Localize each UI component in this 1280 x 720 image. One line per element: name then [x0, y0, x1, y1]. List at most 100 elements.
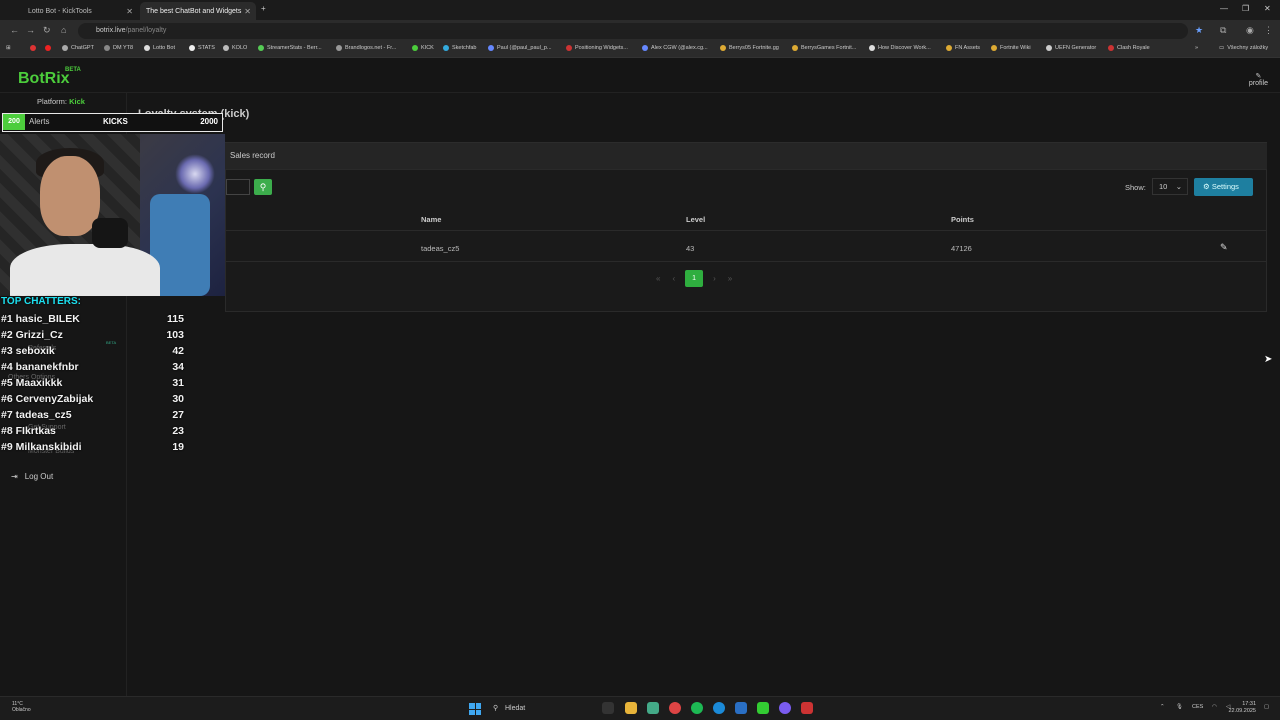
bookmark-item[interactable]: STATS	[189, 45, 215, 51]
bookmark-item[interactable]: Lotto Bot	[144, 45, 175, 51]
botrix-logo[interactable]: BotRix	[18, 70, 70, 88]
chatter-count: 23	[172, 425, 184, 437]
alerts-goal-bar: 200 Alerts KICKS 2000	[2, 113, 223, 132]
weather-widget[interactable]: 11°C Oblačno	[12, 701, 31, 713]
chatter-rank: #3	[1, 345, 13, 357]
chatter-row: #1 hasic_BILEK 115	[1, 313, 186, 329]
chatter-username: hasic_BILEK	[15, 313, 80, 325]
close-icon[interactable]: ✕	[126, 7, 133, 16]
bookmark-item[interactable]: How Discover Work...	[869, 45, 931, 51]
chevron-right-icon[interactable]: »	[1195, 45, 1198, 51]
home-icon[interactable]: ⌂	[61, 25, 66, 35]
tab-botrix[interactable]: The best ChatBot and Widgets ✕	[140, 2, 256, 20]
minimize-icon[interactable]: —	[1220, 4, 1228, 13]
chatter-count: 103	[166, 329, 184, 341]
file-explorer-icon[interactable]	[625, 702, 637, 714]
bookmark-item[interactable]: Alex CGW (@alex.cg...	[642, 45, 708, 51]
bookmark-item[interactable]: Paul (@paul_paul_p...	[488, 45, 552, 51]
last-page-button[interactable]: »	[728, 274, 732, 283]
edge-icon[interactable]	[713, 702, 725, 714]
chatter-rank: #2	[1, 329, 13, 341]
search-input[interactable]	[226, 179, 250, 195]
bookmark-item[interactable]: KOLO	[223, 45, 247, 51]
taskbar-search[interactable]: ⚲ Hledat	[489, 701, 589, 717]
close-window-icon[interactable]: ✕	[1264, 4, 1271, 13]
bookmark-item[interactable]: ChatGPT	[62, 45, 94, 51]
app-header: BotRix BETA ✎ profile	[0, 58, 1280, 93]
webcam-feed	[0, 134, 225, 296]
gmail-icon[interactable]	[30, 45, 36, 51]
chrome-icon[interactable]	[669, 702, 681, 714]
column-points[interactable]: Points	[951, 215, 974, 224]
bookmark-item[interactable]: KICK	[412, 45, 434, 51]
first-page-button[interactable]: «	[656, 274, 660, 283]
store-icon[interactable]	[735, 702, 747, 714]
bookmark-item[interactable]: Fortnite Wiki	[991, 45, 1031, 51]
task-view-icon[interactable]	[602, 702, 614, 714]
discord-icon[interactable]	[779, 702, 791, 714]
extensions-icon[interactable]: ⧉	[1220, 25, 1226, 36]
bookmark-item[interactable]: Clash Royale	[1108, 45, 1150, 51]
app-icon[interactable]	[801, 702, 813, 714]
bookmark-item[interactable]: FN Assets	[946, 45, 980, 51]
new-tab-button[interactable]: +	[261, 4, 266, 13]
next-page-button[interactable]: ›	[713, 274, 716, 283]
chatter-name: #8 FIkrtkas	[1, 425, 56, 437]
notification-icon[interactable]: ▢	[1264, 704, 1269, 710]
windows-start-icon[interactable]	[469, 703, 481, 715]
row-points: 47126	[951, 244, 972, 253]
star-icon[interactable]: ★	[1195, 25, 1203, 36]
user-icon: ✎	[1255, 73, 1262, 80]
language-indicator[interactable]: CES	[1192, 704, 1203, 710]
tab-sales-record[interactable]: Sales record	[230, 151, 275, 160]
reload-icon[interactable]: ↻	[43, 25, 51, 36]
bookmarks-folder[interactable]: ▭ Všechny záložky	[1219, 45, 1268, 51]
apps-icon[interactable]: ⊞	[6, 45, 11, 51]
bookmark-item[interactable]: DM YT8	[104, 45, 133, 51]
chevron-up-icon[interactable]: ⌃	[1160, 704, 1165, 710]
column-level[interactable]: Level	[686, 215, 705, 224]
bookmark-item[interactable]: BerrysGames Fortnit...	[792, 45, 856, 51]
bookmark-item[interactable]: Positioning Widgets...	[566, 45, 628, 51]
chevron-down-icon: ⌄	[1175, 182, 1182, 191]
bookmark-item[interactable]: StreamerStats - Berr...	[258, 45, 322, 51]
prev-page-button[interactable]: ‹	[672, 274, 675, 283]
forward-icon[interactable]: →	[26, 25, 35, 35]
browser-profile-icon[interactable]: ◉	[1246, 25, 1254, 36]
alerts-label: Alerts	[29, 117, 50, 126]
youtube-icon[interactable]	[45, 45, 51, 51]
search-button[interactable]: ⚲	[254, 179, 272, 195]
close-icon[interactable]: ✕	[244, 7, 251, 16]
profile-button[interactable]: ✎ profile	[1249, 72, 1268, 87]
chatter-username: Maaxikkk	[15, 377, 63, 389]
column-name[interactable]: Name	[421, 215, 441, 224]
tab-lotto-bot[interactable]: Lotto Bot - KickTools ✕	[22, 2, 138, 20]
bookmark-item[interactable]: UEFN Generator	[1046, 45, 1096, 51]
wifi-icon[interactable]: ◠	[1212, 704, 1217, 710]
chatter-name: #2 Grizzi_Cz	[1, 329, 63, 341]
show-label: Show:	[1125, 183, 1146, 192]
chatter-count: 30	[172, 393, 184, 405]
spotify-icon[interactable]	[691, 702, 703, 714]
platform-indicator: Platform: Kick	[37, 97, 85, 106]
bookmark-item[interactable]: Brandlogos.net - Fr...	[336, 45, 396, 51]
bookmark-item[interactable]: Sketchfab	[443, 45, 476, 51]
page-size-select[interactable]: 10 ⌄	[1152, 178, 1188, 195]
chatter-name: #4 bananekfnbr	[1, 361, 79, 373]
mic-icon[interactable]: 🎙	[1176, 704, 1183, 710]
maximize-icon[interactable]: ❐	[1242, 4, 1249, 13]
bookmark-item[interactable]: Berrys05 Fortnite.gg	[720, 45, 779, 51]
settings-button[interactable]: ⚙ Settings	[1194, 178, 1253, 196]
copilot-icon[interactable]	[647, 702, 659, 714]
chatter-rank: #5	[1, 377, 13, 389]
app-icon[interactable]	[757, 702, 769, 714]
pencil-icon[interactable]: ✎	[1220, 242, 1228, 253]
logout-button[interactable]: ⇥ Log Out	[11, 472, 53, 481]
back-icon[interactable]: ←	[10, 25, 19, 35]
page-1-button[interactable]: 1	[685, 269, 704, 287]
menu-icon[interactable]: ⋮	[1264, 25, 1273, 36]
url-field[interactable]: botrix.live/panel/loyalty	[78, 23, 1188, 39]
system-clock[interactable]: 17:31 22.09.2025	[1228, 701, 1256, 715]
chatter-username: CervenyZabijak	[15, 393, 94, 405]
chatter-username: Milkanskibidi	[15, 441, 82, 453]
